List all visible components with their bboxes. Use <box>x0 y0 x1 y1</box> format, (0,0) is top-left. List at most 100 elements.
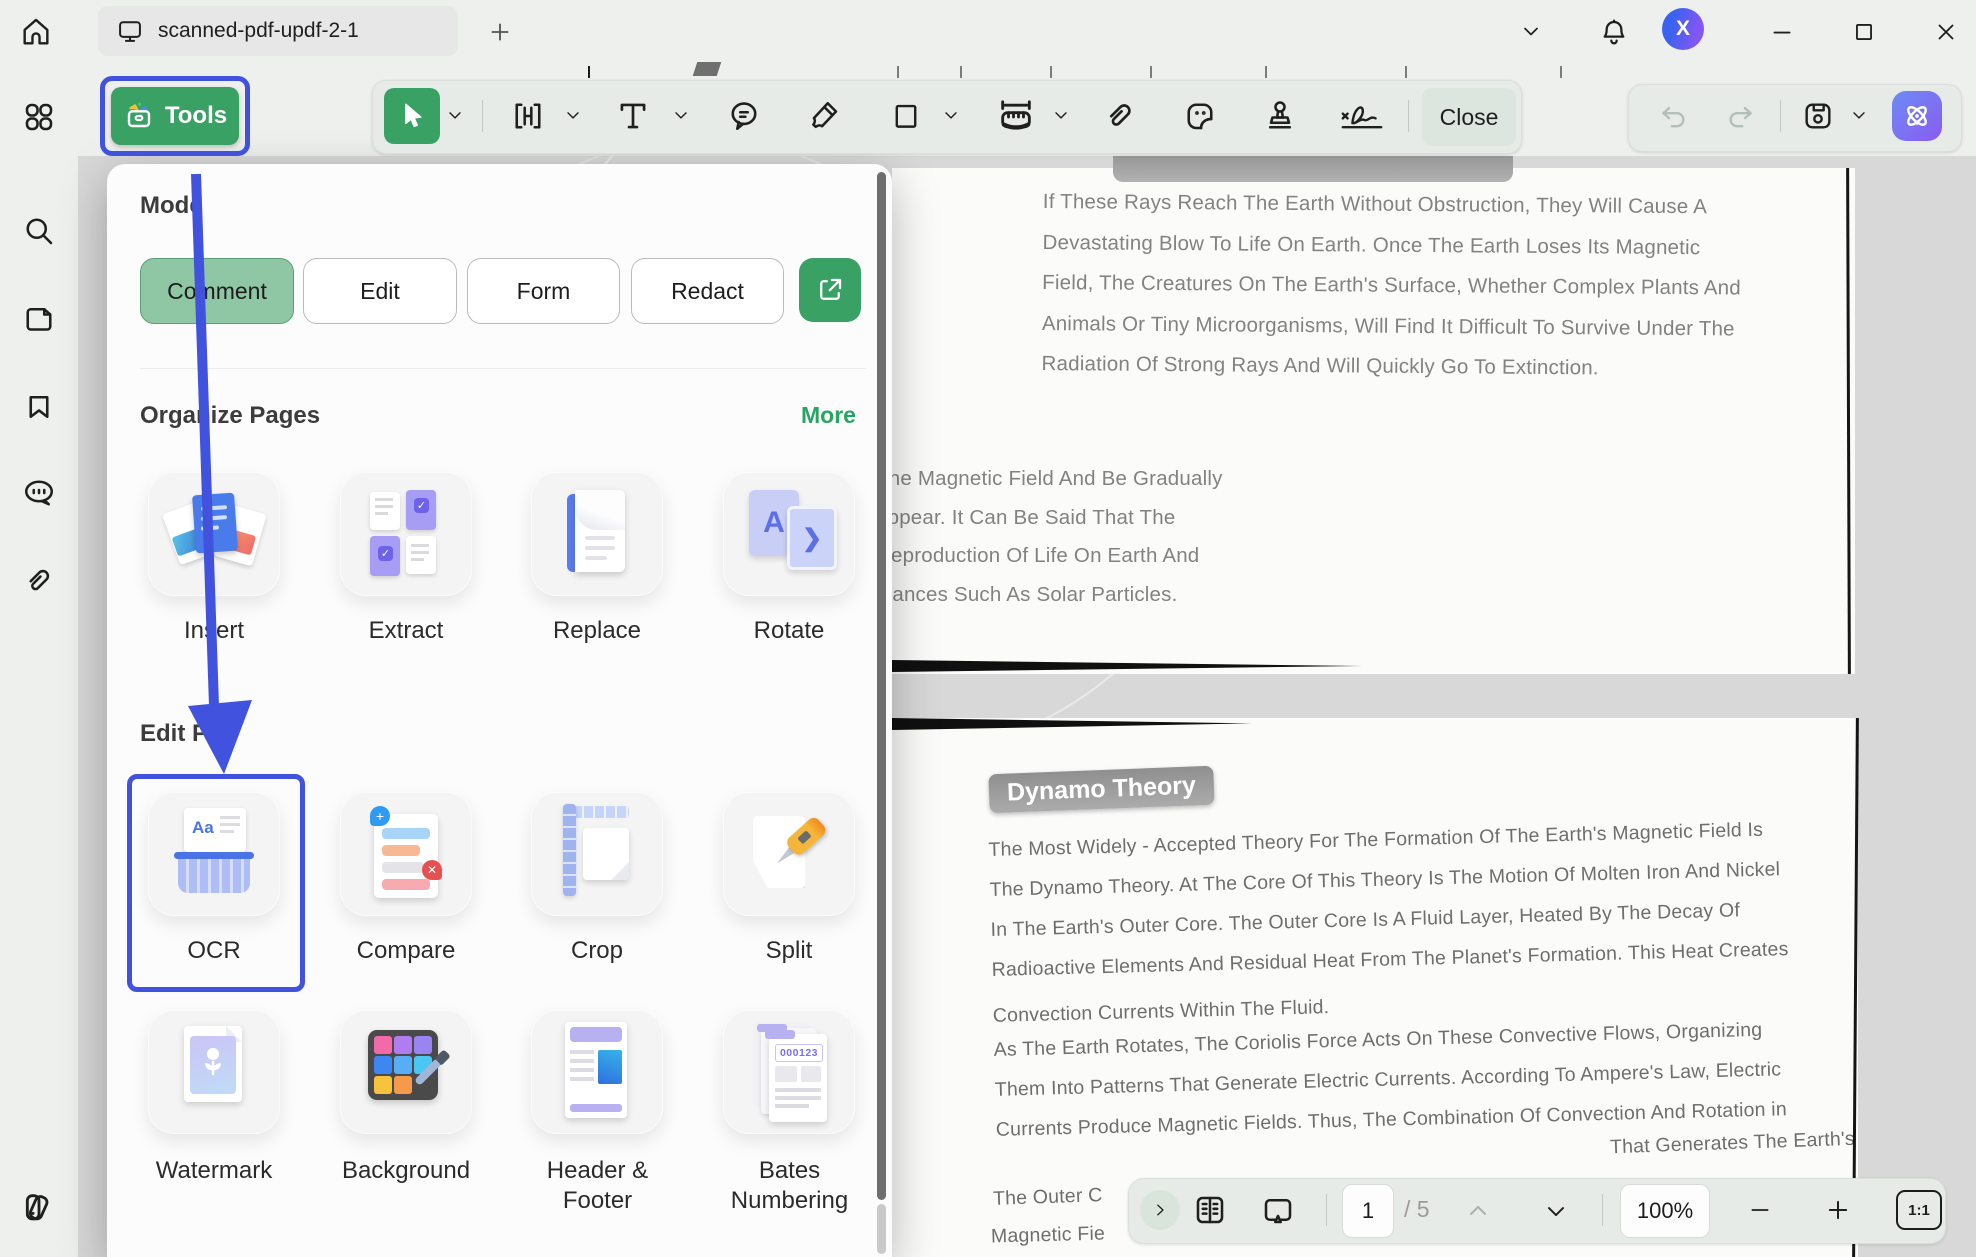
pen-tool-button[interactable] <box>802 96 846 136</box>
scan-tick <box>1150 66 1152 78</box>
tool-tile-split[interactable] <box>723 792 855 916</box>
sidebar-item-bookmarks[interactable] <box>18 386 60 428</box>
page1-partial-paragraph: The Magnetic Field And Be Gradually appe… <box>876 460 1223 614</box>
select-tool-button[interactable] <box>384 88 440 144</box>
new-tab-button[interactable] <box>482 14 518 50</box>
minimize-button[interactable] <box>1762 14 1802 50</box>
measure-icon <box>996 96 1036 136</box>
expand-sidebar-button[interactable] <box>1140 1190 1180 1230</box>
toolbar-collapse-button[interactable] <box>1514 14 1548 48</box>
organize-more-link[interactable]: More <box>801 402 856 429</box>
reading-view-button[interactable] <box>1188 1190 1232 1230</box>
tool-tile-bates[interactable]: 000123 <box>723 1010 855 1134</box>
tool-tile-header-footer[interactable] <box>531 1010 663 1134</box>
chevron-down-icon <box>445 105 465 125</box>
stamp-tool-button[interactable] <box>1258 96 1302 136</box>
shape-tool-dropdown[interactable] <box>938 102 964 128</box>
attachment-tool-button[interactable] <box>1098 96 1142 136</box>
stamp-icon <box>1262 98 1298 134</box>
next-page-button[interactable] <box>1536 1194 1576 1228</box>
measure-tool-button[interactable] <box>992 96 1040 136</box>
doc-text-line: If These Rays Reach The Earth Without Ob… <box>1043 182 1742 228</box>
home-button[interactable] <box>14 10 58 54</box>
tool-tile-background[interactable] <box>340 1010 472 1134</box>
zoom-in-icon <box>1824 1196 1852 1224</box>
sidebar-item-search[interactable] <box>18 210 60 252</box>
select-tool-dropdown[interactable] <box>442 102 468 128</box>
shape-tool-button[interactable] <box>884 96 928 136</box>
mode-edit-button[interactable]: Edit <box>303 258 457 324</box>
user-avatar[interactable]: X <box>1662 8 1704 50</box>
measure-tool-dropdown[interactable] <box>1048 102 1074 128</box>
page-up-icon <box>1464 1197 1492 1225</box>
statusbar-divider <box>1602 1194 1603 1226</box>
home-icon <box>19 15 53 49</box>
zoom-in-button[interactable] <box>1818 1192 1858 1228</box>
save-button[interactable] <box>1796 96 1840 136</box>
text-tool-button[interactable] <box>611 96 655 136</box>
plus-icon <box>487 19 513 45</box>
sidebar-item-swatches[interactable] <box>16 1186 62 1232</box>
zoom-level-box[interactable]: 100% <box>1620 1184 1710 1238</box>
zoom-level-value: 100% <box>1637 1198 1693 1224</box>
tool-tile-crop[interactable] <box>531 792 663 916</box>
notifications-button[interactable] <box>1594 10 1634 54</box>
tool-tile-extract[interactable]: ✓ ✓ <box>340 472 472 596</box>
maximize-button[interactable] <box>1844 14 1884 50</box>
apps-grid-icon <box>21 99 57 135</box>
scan-tick <box>588 66 590 78</box>
highlight-tool-button[interactable] <box>506 96 550 136</box>
select-cursor-icon <box>397 101 427 131</box>
tool-tile-rotate[interactable]: A ❯ <box>723 472 855 596</box>
doc-text-fragment: The Outer C <box>993 1184 1103 1211</box>
rotate-illustration: A ❯ <box>749 490 833 578</box>
sidebar-item-comments[interactable] <box>18 472 60 514</box>
document-tab[interactable]: scanned-pdf-updf-2-1 <box>98 6 458 56</box>
scan-tick <box>1050 66 1052 78</box>
ai-assistant-button[interactable] <box>1892 91 1942 141</box>
sticky-note-tool-button[interactable] <box>722 96 766 136</box>
actual-size-button[interactable]: 1:1 <box>1896 1190 1942 1230</box>
sticker-tool-button[interactable] <box>1178 96 1222 136</box>
presentation-button[interactable] <box>1256 1190 1300 1230</box>
sidebar-item-apps[interactable] <box>18 96 60 138</box>
actual-size-label: 1:1 <box>1908 1202 1930 1219</box>
sticky-note-icon <box>726 98 762 134</box>
tool-tile-replace[interactable] <box>531 472 663 596</box>
text-tool-dropdown[interactable] <box>668 102 694 128</box>
scan-tick <box>960 66 962 78</box>
tool-tile-watermark[interactable] <box>148 1010 280 1134</box>
mode-form-button[interactable]: Form <box>467 258 620 324</box>
signature-icon <box>1338 96 1386 136</box>
save-dropdown[interactable] <box>1846 102 1872 128</box>
zoom-out-button[interactable] <box>1740 1192 1780 1228</box>
tool-tile-compare[interactable]: + ✕ <box>340 792 472 916</box>
close-window-button[interactable] <box>1926 14 1966 50</box>
presentation-icon <box>1260 1192 1296 1228</box>
close-tools-button[interactable]: Close <box>1422 88 1516 146</box>
signature-tool-button[interactable] <box>1334 96 1390 136</box>
external-link-icon <box>815 275 845 305</box>
detach-panel-button[interactable] <box>799 258 861 322</box>
panel-scrollbar-thumb[interactable] <box>877 172 886 1200</box>
previous-page-button[interactable] <box>1458 1194 1498 1228</box>
page-number-input[interactable] <box>1343 1184 1393 1238</box>
redo-button[interactable] <box>1718 96 1762 136</box>
toolbar-divider <box>1780 100 1781 132</box>
undo-button[interactable] <box>1652 96 1696 136</box>
chevron-down-icon <box>1849 105 1869 125</box>
mode-redact-button[interactable]: Redact <box>631 258 784 324</box>
sidebar-item-attachments[interactable] <box>18 560 60 602</box>
shape-icon <box>889 99 923 133</box>
split-illustration <box>747 808 833 900</box>
statusbar-divider <box>1326 1194 1327 1226</box>
highlight-tool-dropdown[interactable] <box>560 102 586 128</box>
page-number-box[interactable] <box>1342 1184 1394 1238</box>
doc-text-line: The Magnetic Field And Be Gradually <box>876 460 1223 499</box>
panel-scrollbar-track[interactable] <box>877 1204 886 1254</box>
tools-button[interactable]: Tools <box>111 87 239 145</box>
sidebar-item-pages[interactable] <box>18 298 60 340</box>
scan-tick <box>897 66 899 78</box>
background-illustration <box>368 1030 450 1114</box>
reading-view-icon <box>1192 1192 1228 1228</box>
